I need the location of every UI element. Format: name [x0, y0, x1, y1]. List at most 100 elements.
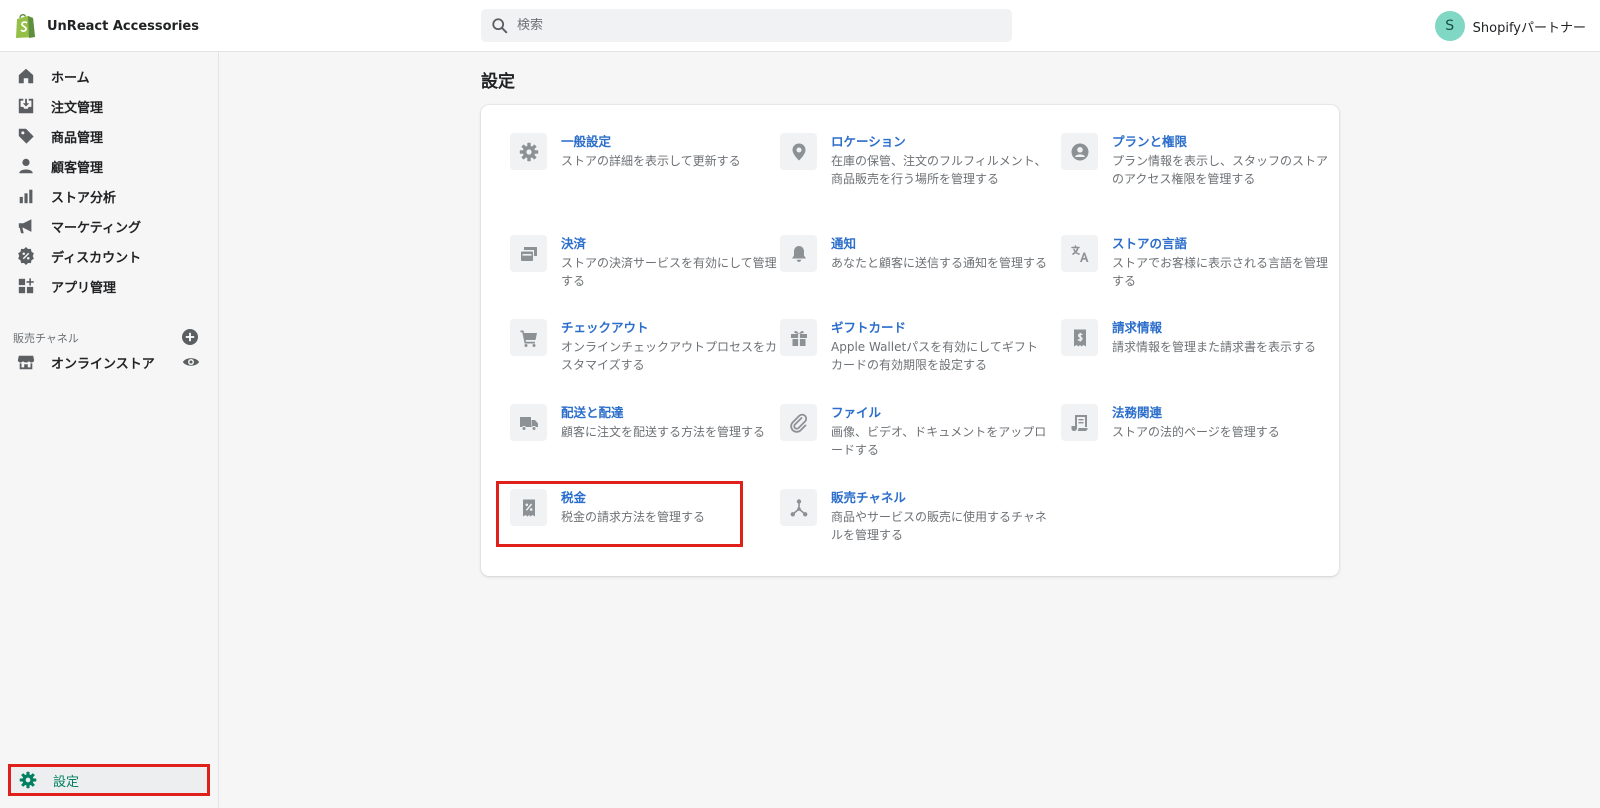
- tile-icon-box: [780, 133, 817, 170]
- top-bar: UnReact Accessories S Shopifyパートナー: [0, 0, 1600, 52]
- tile-icon-box: [1061, 235, 1098, 272]
- page-title: 設定: [481, 72, 515, 92]
- shopify-bag-icon: [16, 14, 35, 38]
- settings-tile-notifications[interactable]: 通知 あなたと顧客に送信する通知を管理する: [780, 235, 1055, 272]
- paperclip-icon: [789, 413, 807, 433]
- eye-icon[interactable]: [182, 353, 200, 371]
- sidebar-item-products[interactable]: 商品管理: [8, 122, 210, 150]
- settings-tile-general[interactable]: 一般設定 ストアの詳細を表示して更新する: [510, 133, 785, 170]
- tile-description: ストアの法的ページを管理する: [1112, 425, 1280, 439]
- settings-tile-payments[interactable]: 決済 ストアの決済サービスを有効にして管理する: [510, 235, 785, 290]
- sidebar-item-label: ストア分析: [51, 190, 117, 206]
- sales-channels-heading: 販売チャネル: [13, 332, 79, 345]
- sidebar-item-online-store[interactable]: オンラインストア: [8, 348, 210, 376]
- store-brand[interactable]: UnReact Accessories: [13, 13, 199, 39]
- user-menu[interactable]: S Shopifyパートナー: [1434, 11, 1586, 41]
- megaphone-icon: [18, 219, 32, 234]
- tile-icon-box: [780, 319, 817, 356]
- add-circle-icon[interactable]: [182, 329, 198, 345]
- settings-tile-locations[interactable]: ロケーション 在庫の保管、注文のフルフィルメント、商品販売を行う場所を管理する: [780, 133, 1055, 188]
- location-pin-icon: [792, 143, 805, 160]
- sidebar-item-apps[interactable]: アプリ管理: [8, 272, 210, 300]
- tile-icon-box: [780, 235, 817, 272]
- sidebar-item-label: マーケティング: [51, 220, 141, 236]
- tile-description: ストアの決済サービスを有効にして管理する: [561, 256, 777, 288]
- sidebar-item-label: 注文管理: [51, 100, 104, 116]
- cart-icon: [520, 330, 537, 347]
- analytics-icon: [19, 189, 33, 204]
- tile-icon-box: [510, 319, 547, 356]
- tile-icon-box: [1061, 319, 1098, 356]
- truck-icon: [519, 416, 538, 431]
- sidebar-item-label: 商品管理: [51, 130, 104, 146]
- tile-icon-box: [780, 404, 817, 441]
- sidebar-item-marketing[interactable]: マーケティング: [8, 212, 210, 240]
- avatar: S: [1434, 11, 1465, 41]
- sidebar-item-label: オンラインストア: [51, 356, 155, 372]
- tile-title[interactable]: ストアの言語: [1112, 235, 1330, 253]
- apps-icon: [18, 278, 34, 294]
- sidebar-item-home[interactable]: ホーム: [8, 62, 210, 90]
- sidebar-item-label: 顧客管理: [51, 160, 104, 176]
- store-icon: [17, 355, 35, 370]
- tile-title[interactable]: 請求情報: [1112, 319, 1330, 337]
- tile-description: プラン情報を表示し、スタッフのストアのアクセス権限を管理する: [1112, 154, 1329, 186]
- tile-title[interactable]: ファイル: [831, 404, 1049, 422]
- tile-description: オンラインチェックアウトプロセスをカスタマイズする: [561, 340, 778, 372]
- settings-tile-checkout[interactable]: チェックアウト オンラインチェックアウトプロセスをカスタマイズする: [510, 319, 785, 374]
- gift-icon: [790, 330, 807, 346]
- tile-title[interactable]: ロケーション: [831, 133, 1049, 151]
- tile-title[interactable]: 配送と配達: [561, 404, 779, 422]
- tile-description: ストアの詳細を表示して更新する: [561, 154, 741, 168]
- tile-icon-box: [510, 404, 547, 441]
- tile-description: Apple Walletパスを有効にしてギフトカードの有効期限を設定する: [831, 340, 1038, 372]
- user-name: Shopifyパートナー: [1472, 20, 1586, 36]
- tile-title[interactable]: ギフトカード: [831, 319, 1049, 337]
- settings-tile-gift-cards[interactable]: ギフトカード Apple Walletパスを有効にしてギフトカードの有効期限を設…: [780, 319, 1055, 374]
- tile-description: ストアでお客様に表示される言語を管理する: [1112, 256, 1329, 288]
- search-icon: [492, 17, 508, 33]
- payment-card-icon: [520, 246, 537, 261]
- translate-icon: [1070, 244, 1088, 262]
- legal-scroll-icon: [1071, 414, 1087, 431]
- search-input[interactable]: [517, 18, 997, 33]
- tag-icon: [18, 128, 34, 144]
- tile-title[interactable]: 法務関連: [1112, 404, 1330, 422]
- sidebar-item-label: アプリ管理: [51, 280, 117, 296]
- sidebar-item-settings[interactable]: 設定: [8, 764, 210, 796]
- profile-icon: [1071, 143, 1088, 160]
- settings-tile-plan[interactable]: プランと権限 プラン情報を表示し、スタッフのストアのアクセス権限を管理する: [1061, 133, 1336, 188]
- tile-title[interactable]: 一般設定: [561, 133, 779, 151]
- home-icon: [18, 68, 34, 84]
- settings-tile-billing[interactable]: 請求情報 請求情報を管理また請求書を表示する: [1061, 319, 1336, 356]
- tile-description: 在庫の保管、注文のフルフィルメント、商品販売を行う場所を管理する: [831, 154, 1047, 186]
- tile-icon-box: [1061, 404, 1098, 441]
- tile-icon-box: [510, 235, 547, 272]
- highlight-taxes-annotation: [496, 481, 743, 547]
- sidebar-item-orders[interactable]: 注文管理: [8, 92, 210, 120]
- sidebar-item-customers[interactable]: 顧客管理: [8, 152, 210, 180]
- search-bar[interactable]: [481, 9, 1012, 42]
- sidebar-item-discounts[interactable]: ディスカウント: [8, 242, 210, 270]
- sidebar-item-label: ディスカウント: [51, 250, 142, 266]
- tile-title[interactable]: 決済: [561, 235, 779, 253]
- receipt-dollar-icon: [1073, 329, 1086, 346]
- orders-icon: [18, 98, 34, 114]
- store-name: UnReact Accessories: [47, 18, 199, 34]
- tile-title[interactable]: チェックアウト: [561, 319, 779, 337]
- settings-tile-files[interactable]: ファイル 画像、ビデオ、ドキュメントをアップロードする: [780, 404, 1055, 459]
- gear-icon: [519, 142, 538, 161]
- settings-tile-sales-channels[interactable]: 販売チャネル 商品やサービスの販売に使用するチャネルを管理する: [780, 489, 1055, 544]
- settings-tile-legal[interactable]: 法務関連 ストアの法的ページを管理する: [1061, 404, 1336, 441]
- tile-title[interactable]: プランと権限: [1112, 133, 1330, 151]
- tile-description: 顧客に注文を配送する方法を管理する: [561, 425, 766, 439]
- gear-icon: [19, 771, 37, 789]
- sidebar-item-analytics[interactable]: ストア分析: [8, 182, 210, 210]
- tile-title[interactable]: 販売チャネル: [831, 489, 1049, 507]
- tile-icon-box: [1061, 133, 1098, 170]
- settings-tile-languages[interactable]: ストアの言語 ストアでお客様に表示される言語を管理する: [1061, 235, 1336, 290]
- tile-description: 請求情報を管理また請求書を表示する: [1112, 340, 1317, 354]
- tile-title[interactable]: 通知: [831, 235, 1049, 253]
- sidebar-item-label: 設定: [53, 774, 80, 790]
- settings-tile-shipping[interactable]: 配送と配達 顧客に注文を配送する方法を管理する: [510, 404, 785, 441]
